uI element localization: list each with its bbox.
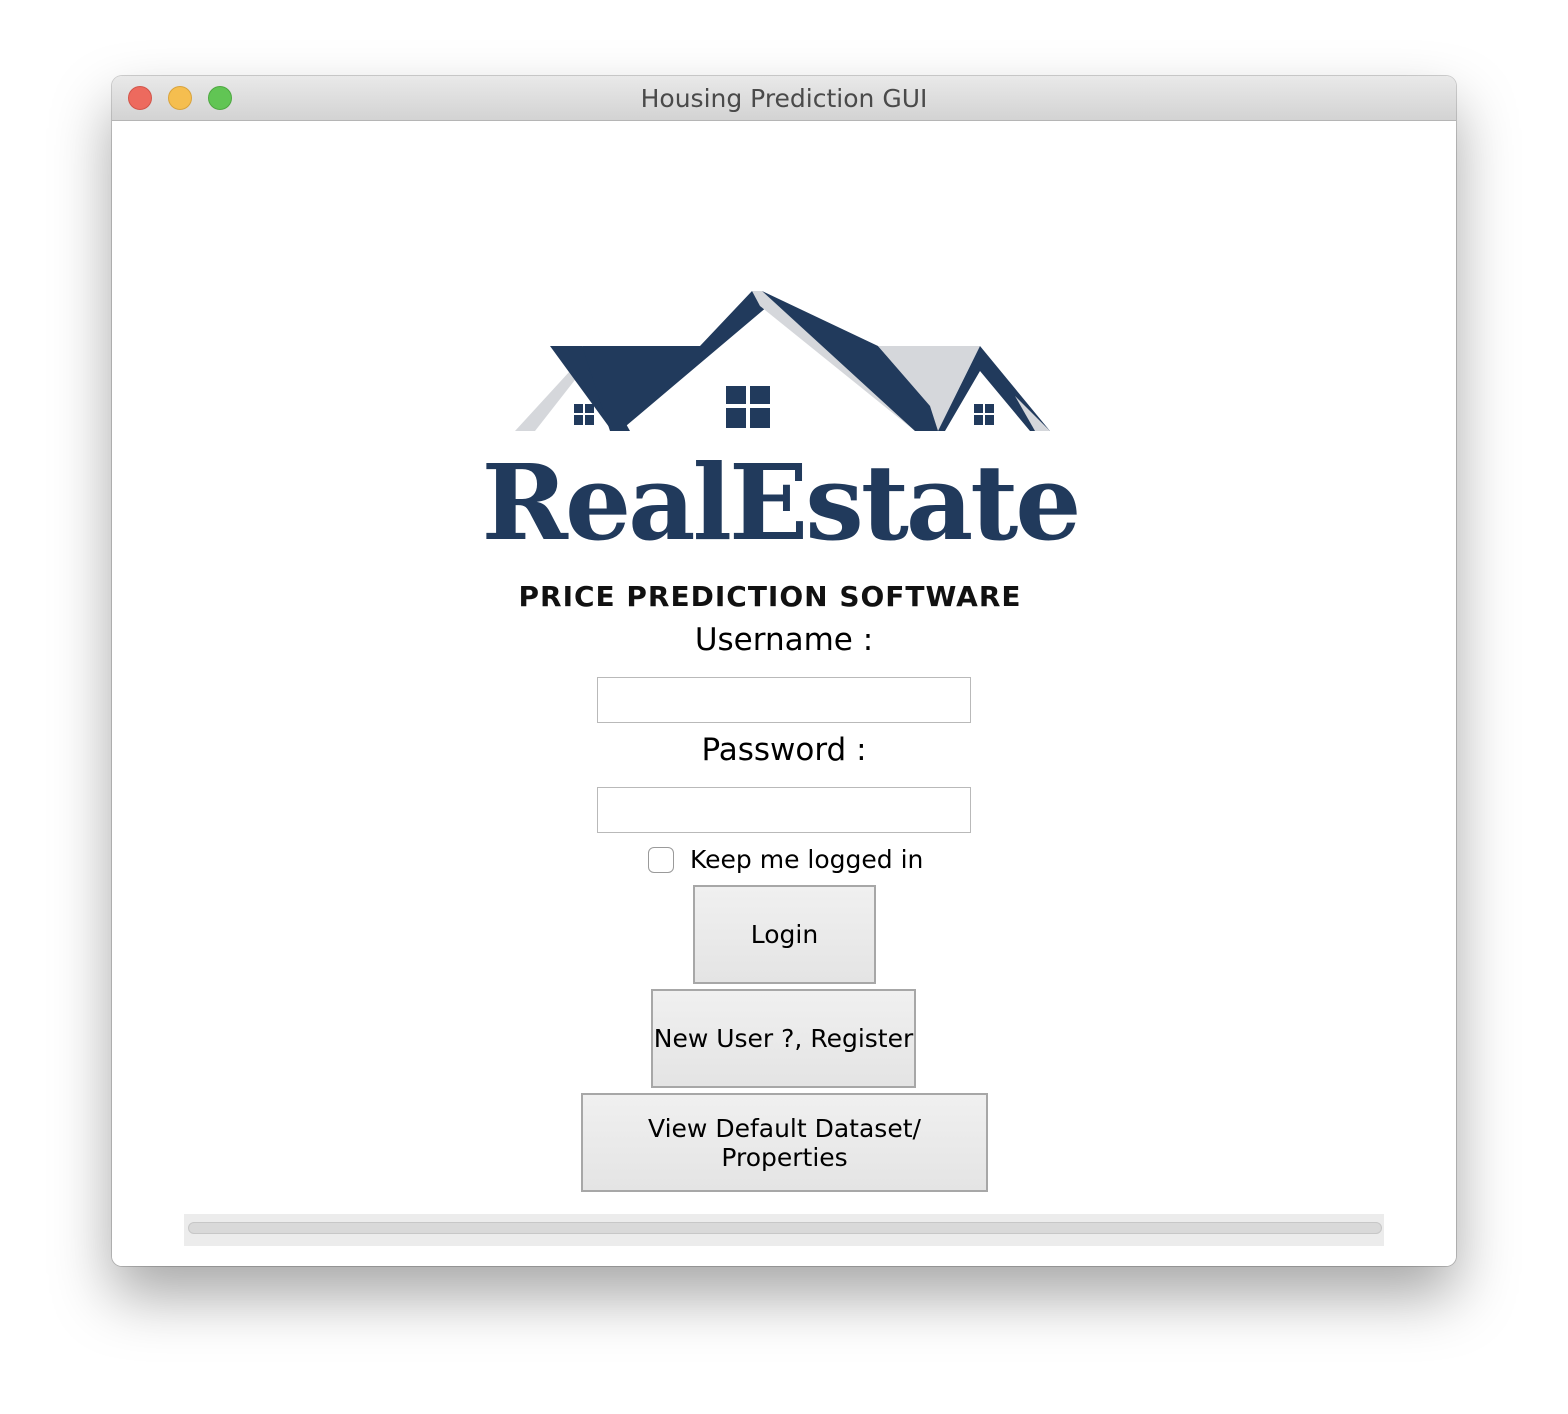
app-window: Housing Prediction GUI RealEstate PRICE … bbox=[112, 76, 1456, 1266]
title-bar[interactable]: Housing Prediction GUI bbox=[112, 76, 1456, 121]
register-button[interactable]: New User ?, Register bbox=[651, 989, 916, 1088]
username-label: Username : bbox=[694, 622, 874, 658]
username-input[interactable] bbox=[597, 677, 971, 723]
login-panel: RealEstate PRICE PREDICTION SOFTWARE Use… bbox=[112, 121, 1456, 1266]
horizontal-scrollbar[interactable] bbox=[184, 1214, 1384, 1246]
login-button[interactable]: Login bbox=[693, 885, 876, 984]
keep-logged-in-checkbox[interactable] bbox=[648, 847, 674, 873]
password-input[interactable] bbox=[597, 787, 971, 833]
password-label: Password : bbox=[701, 732, 867, 768]
logo-brand-text: RealEstate bbox=[481, 441, 1082, 564]
realestate-logo: RealEstate PRICE PREDICTION SOFTWARE bbox=[460, 206, 1110, 611]
view-dataset-button[interactable]: View Default Dataset/ Properties bbox=[581, 1093, 988, 1192]
logo-tagline-text: PRICE PREDICTION SOFTWARE bbox=[518, 580, 1022, 613]
window-title: Housing Prediction GUI bbox=[640, 84, 928, 113]
house-roof-icon bbox=[515, 291, 1050, 431]
keep-logged-in-label[interactable]: Keep me logged in bbox=[690, 845, 923, 875]
scrollbar-thumb[interactable] bbox=[188, 1222, 1382, 1234]
